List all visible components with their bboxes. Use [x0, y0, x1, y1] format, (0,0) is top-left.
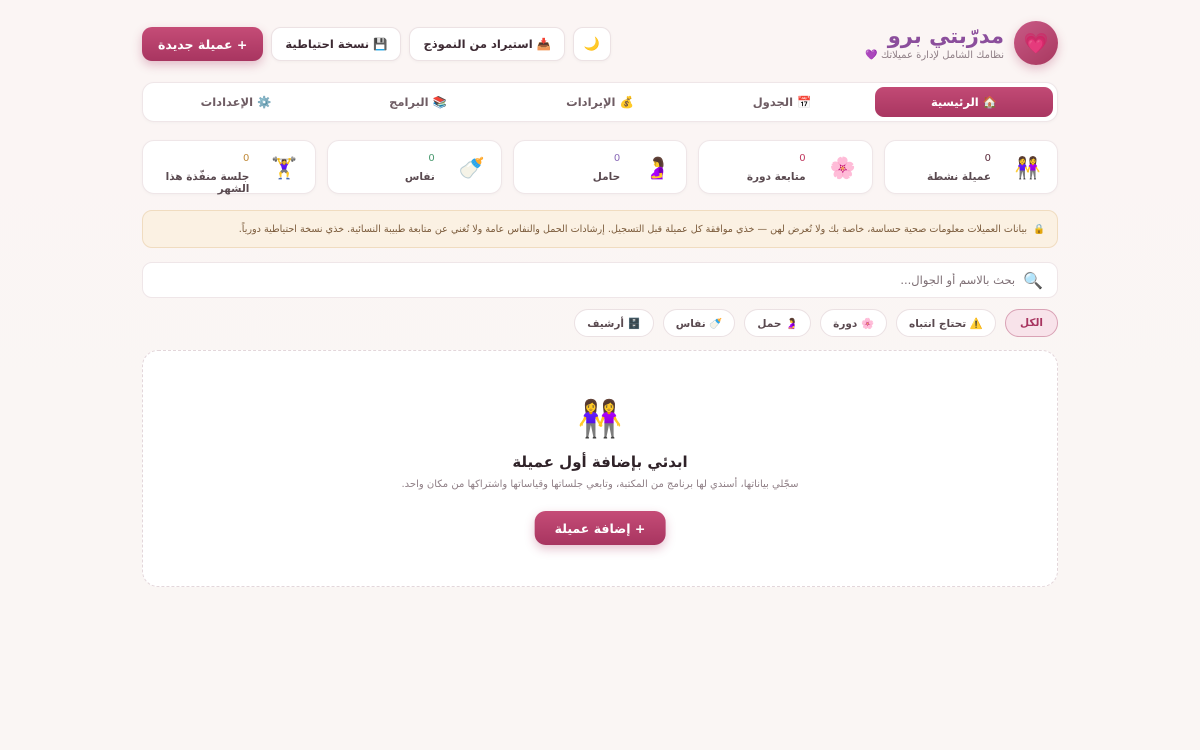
filter-postpartum[interactable]: 🍼 نفاس [662, 309, 736, 337]
stat-card-pregnant: 🤰 0 حامل [512, 140, 688, 194]
filter-needs-attention[interactable]: ⚠️ تحتاج انتباه [896, 309, 996, 337]
filter-pregnancy[interactable]: 🤰 حمل [744, 309, 812, 337]
stat-label: حامل [592, 171, 621, 183]
notice-text: بيانات العميلات معلومات صحية حساسة، خاصة… [238, 223, 1028, 235]
tab-settings[interactable]: ⚙️ الإعدادات [147, 87, 325, 117]
app-title: مدرّبتي برو [887, 24, 1004, 48]
heart-logo-icon: 💗 [1014, 21, 1058, 65]
privacy-notice: 🔒 بيانات العميلات معلومات صحية حساسة، خا… [142, 210, 1058, 248]
flower-icon: 🌸 [829, 156, 856, 180]
filter-all[interactable]: الكل [1004, 309, 1058, 337]
stat-value: 0 [428, 153, 435, 164]
empty-state: 👭 ابدئي بإضافة أول عميلة سجّلي بياناتها،… [142, 350, 1058, 587]
stat-label: نفاس [404, 171, 435, 183]
lock-icon: 🔒 [1033, 223, 1045, 235]
stats-row: 👭 0 عميلة نشطة 🌸 0 متابعة دورة 🤰 0 حامل … [141, 140, 1058, 195]
women-holding-hands-icon: 👭 [1014, 156, 1041, 180]
new-client-button[interactable]: + عميلة جديدة [142, 27, 264, 61]
weightlifter-icon: 🏋️‍♀️ [271, 156, 298, 180]
search-icon: 🔍 [1023, 270, 1043, 290]
tab-home[interactable]: 🏠 الرئيسية [875, 87, 1053, 117]
stat-card-active-clients: 👭 0 عميلة نشطة [883, 140, 1058, 194]
stat-value: 0 [613, 153, 621, 164]
baby-bottle-icon: 🍼 [458, 156, 485, 180]
filter-archive[interactable]: 🗄️ أرشيف [574, 309, 654, 337]
empty-state-description: سجّلي بياناتها، أسندي لها برنامج من المك… [401, 479, 799, 490]
filter-cycle[interactable]: 🌸 دورة [820, 309, 888, 337]
app-subtitle: نظامك الشامل لإدارة عميلاتك 💜 [865, 50, 1004, 61]
filter-chips: الكل ⚠️ تحتاج انتباه 🌸 دورة 🤰 حمل 🍼 نفاس… [574, 309, 1058, 337]
app-header: 💗 مدرّبتي برو نظامك الشامل لإدارة عميلات… [142, 20, 1058, 66]
tab-programs[interactable]: 📚 البرامج [329, 87, 507, 117]
empty-state-title: ابدئي بإضافة أول عميلة [512, 453, 688, 471]
tab-schedule[interactable]: 📅 الجدول [693, 87, 871, 117]
brand: 💗 مدرّبتي برو نظامك الشامل لإدارة عميلات… [865, 20, 1058, 66]
pregnant-woman-icon: 🤰 [644, 156, 671, 180]
import-button[interactable]: 📥 استيراد من النموذج [409, 27, 565, 61]
backup-button[interactable]: 💾 نسخة احتياطية [271, 27, 402, 61]
search-bar: 🔍 [142, 262, 1058, 298]
header-actions: + عميلة جديدة 💾 نسخة احتياطية 📥 استيراد … [142, 27, 611, 61]
stat-card-postpartum: 🍼 0 نفاس [327, 140, 502, 194]
stat-label: عميلة نشطة [926, 171, 991, 183]
stat-value: 0 [984, 153, 991, 164]
add-client-button[interactable]: + إضافة عميلة [534, 511, 666, 545]
women-holding-hands-icon: 👭 [577, 399, 623, 440]
stat-label: متابعة دورة [746, 171, 806, 183]
stat-value: 0 [799, 153, 806, 164]
stat-card-sessions-month: 🏋️‍♀️ 0 جلسة منفّذة هذا الشهر [141, 140, 317, 195]
stat-label: جلسة منفّذة هذا الشهر [165, 171, 250, 195]
stat-card-cycle: 🌸 0 متابعة دورة [698, 140, 873, 194]
search-input[interactable] [157, 273, 1016, 287]
tab-revenue[interactable]: 💰 الإيرادات [511, 87, 689, 117]
stat-value: 0 [243, 153, 250, 164]
theme-toggle-moon-icon[interactable]: 🌙 [572, 27, 611, 61]
main-tabs: 🏠 الرئيسية 📅 الجدول 💰 الإيرادات 📚 البرام… [142, 82, 1058, 122]
